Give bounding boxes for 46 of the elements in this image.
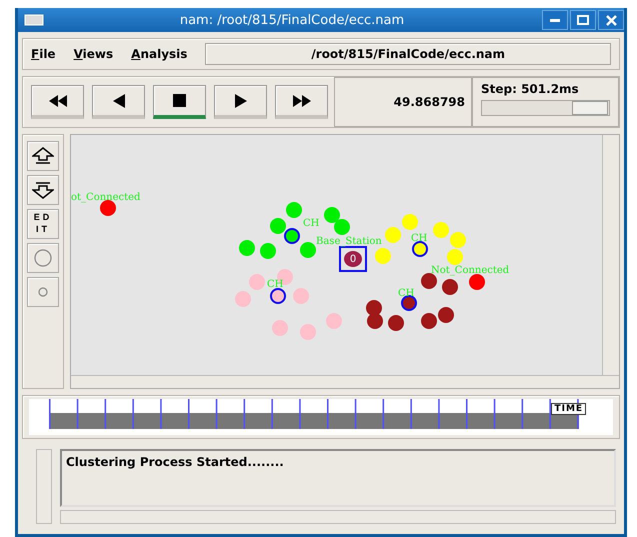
zoom-out-button[interactable] [27,175,59,205]
large-circle-button[interactable] [27,243,59,273]
zoom-in-button[interactable] [27,141,59,171]
node-caption: ot_Connected [71,192,140,203]
close-button[interactable] [598,10,624,30]
rewind-icon [48,94,66,106]
circle-icon [34,249,52,267]
playback-button[interactable] [31,85,84,119]
maximize-button[interactable] [570,10,596,30]
file-path-field: /root/815/FinalCode/ecc.nam [205,43,611,65]
node-caption: CH [303,218,320,229]
fast-forward-icon [292,94,310,106]
time-display: 49.868798 [334,77,472,127]
minimize-icon [550,18,560,22]
step-label: Step: 501.2ms [481,82,580,96]
step-slider-thumb[interactable] [572,101,608,115]
up-arrow-icon [32,147,54,165]
window-menu-icon [24,14,44,26]
node-caption: CH [398,288,414,299]
menu-item[interactable]: Analysis [131,47,188,61]
horizontal-scrollbar[interactable] [60,510,616,524]
small-circle-button[interactable] [27,277,59,307]
node-caption: Not_Connected [431,265,510,276]
minimize-button[interactable] [542,10,568,30]
edit-button[interactable]: EDIT [27,209,59,239]
node-caption: CH [411,233,428,244]
vertical-scrollbar[interactable] [36,449,52,524]
playback-button[interactable] [214,85,267,119]
circle-icon [38,287,48,297]
node-caption: CH [267,279,284,290]
log-text: Clustering Process Started........ [60,449,616,507]
maximize-icon [577,15,589,25]
window-title: nam: /root/815/FinalCode/ecc.nam [178,12,406,28]
playback-button[interactable] [153,85,206,119]
menu-item[interactable]: Views [74,47,114,61]
back-icon [112,94,124,108]
stop-icon [173,94,186,107]
node-caption: Base_Station [316,236,382,247]
close-icon [606,14,616,26]
play-icon [234,94,246,108]
time-slider[interactable]: TIME [551,403,586,415]
down-arrow-icon [32,181,54,199]
playback-button[interactable] [275,85,328,119]
menu-item[interactable]: File [31,47,56,61]
node-label: 0 [344,251,362,267]
playback-button[interactable] [92,85,145,119]
